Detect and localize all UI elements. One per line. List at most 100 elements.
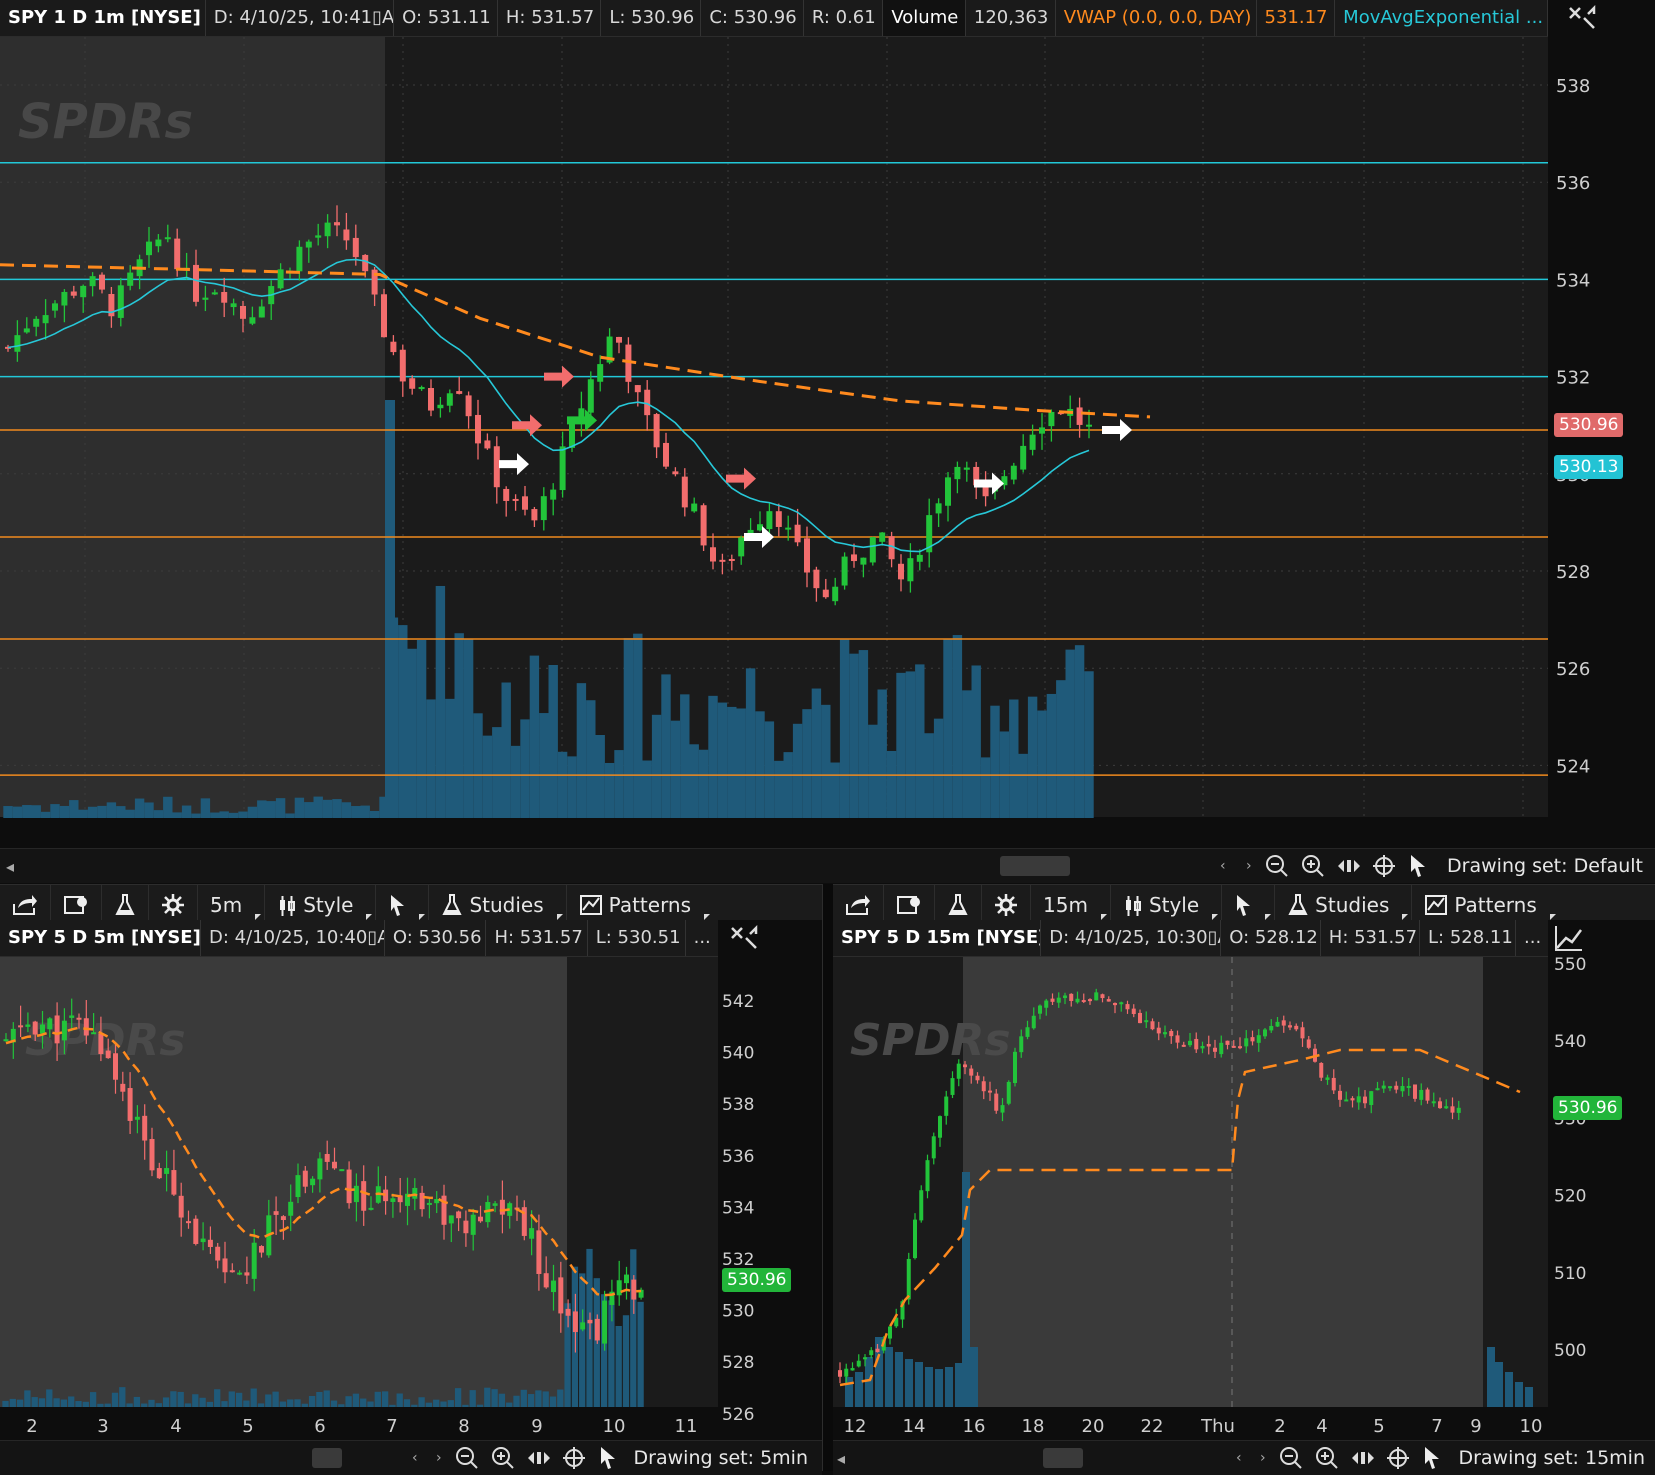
- patterns-dropdown[interactable]: Patterns: [567, 885, 713, 925]
- candle-body: [149, 1138, 155, 1171]
- volume-bar: [783, 752, 793, 818]
- price-tick-label: 526: [722, 1405, 754, 1425]
- expand-icon[interactable]: [1548, 920, 1655, 956]
- candle-body: [174, 238, 181, 270]
- main-scrollbar[interactable]: ◂ ‹ › Drawing set: Default: [0, 848, 1655, 883]
- style-dropdown[interactable]: Style: [1111, 885, 1223, 925]
- scroll-thumb[interactable]: [312, 1448, 342, 1468]
- time-tick-label: 18: [1022, 1416, 1045, 1437]
- volume-bar: [745, 668, 756, 818]
- main-chart-canvas[interactable]: SPDRs 5385365345325305285265249:009:159:…: [0, 37, 1655, 818]
- volume-bar: [1056, 680, 1066, 818]
- gear-icon[interactable]: [982, 885, 1031, 925]
- volume-label[interactable]: Volume: [883, 0, 966, 36]
- volume-bar: [454, 1388, 462, 1407]
- scroll-prev-icon[interactable]: ‹: [412, 1450, 418, 1466]
- timeframe-dropdown[interactable]: 5m: [198, 885, 266, 925]
- zoom-in-icon[interactable]: [1300, 853, 1326, 883]
- candle-body: [127, 272, 134, 286]
- scroll-prev-icon[interactable]: ‹: [1220, 858, 1226, 874]
- candle-body: [324, 222, 331, 237]
- collapse-icon[interactable]: [1548, 0, 1655, 36]
- high-label: H: 531.57: [498, 0, 602, 36]
- collapse-icon[interactable]: [718, 920, 822, 956]
- scroll-thumb[interactable]: [1043, 1448, 1083, 1468]
- candle-body: [844, 1368, 849, 1377]
- more-label[interactable]: ...: [1516, 920, 1548, 956]
- left-scrollbar[interactable]: ‹ › Drawing set: 5min: [0, 1440, 822, 1475]
- drawing-set-label[interactable]: Drawing set: Default: [1447, 855, 1643, 877]
- candle-body: [931, 1136, 936, 1159]
- pan-icon[interactable]: [1350, 1447, 1376, 1473]
- pointer-dropdown[interactable]: [1222, 885, 1276, 925]
- volume-bar: [97, 805, 107, 818]
- crosshair-icon[interactable]: [562, 1446, 586, 1474]
- scroll-thumb[interactable]: [1000, 856, 1070, 876]
- share-icon[interactable]: [833, 885, 884, 925]
- chart-settings-icon[interactable]: [51, 885, 102, 925]
- scroll-prev-icon[interactable]: ‹: [1236, 1450, 1242, 1466]
- scroll-next-icon[interactable]: ›: [1246, 858, 1252, 874]
- ema-label[interactable]: MovAvgExponential ...: [1335, 0, 1548, 36]
- cursor-icon[interactable]: [1408, 853, 1428, 883]
- volume-bar: [322, 799, 333, 818]
- scroll-next-icon[interactable]: ›: [1260, 1450, 1266, 1466]
- flask-icon[interactable]: [935, 885, 982, 925]
- share-icon[interactable]: [0, 885, 51, 925]
- candle-body: [277, 269, 284, 289]
- right-chart-canvas[interactable]: SPDRs 550540530520510500121416182022Thu2…: [833, 957, 1655, 1440]
- volume-bar: [24, 1390, 31, 1407]
- gear-icon[interactable]: [149, 885, 198, 925]
- volume-bar: [895, 1352, 903, 1407]
- symbol-label[interactable]: SPY 1 D 1m [NYSE]: [0, 0, 206, 36]
- price-tick-label: 510: [1554, 1264, 1586, 1284]
- right-scrollbar[interactable]: ◂ ‹ › Drawing set: 15min: [833, 1440, 1655, 1475]
- pan-icon[interactable]: [526, 1447, 552, 1473]
- zoom-out-icon[interactable]: [1264, 853, 1290, 883]
- scroll-left-icon[interactable]: ◂: [6, 857, 14, 876]
- drawing-set-label[interactable]: Drawing set: 5min: [634, 1447, 808, 1469]
- candle-body: [950, 1078, 955, 1095]
- style-label: Style: [1148, 893, 1200, 917]
- crosshair-icon[interactable]: [1386, 1446, 1410, 1474]
- volume-bar: [579, 1273, 586, 1407]
- pan-icon[interactable]: [1336, 855, 1362, 881]
- timeframe-dropdown[interactable]: 15m: [1031, 885, 1111, 925]
- candle-body: [32, 1021, 38, 1035]
- pointer-dropdown[interactable]: [376, 885, 430, 925]
- studies-dropdown[interactable]: Studies: [429, 885, 567, 925]
- volume-bar: [82, 1401, 89, 1407]
- candle-body: [200, 1238, 206, 1243]
- candle-body: [672, 471, 679, 475]
- candle-body: [1431, 1101, 1436, 1104]
- candle-body: [456, 1211, 462, 1219]
- candle-body: [1388, 1086, 1392, 1089]
- candle-body: [229, 1270, 235, 1273]
- vwap-label[interactable]: VWAP (0.0, 0.0, DAY): [1056, 0, 1257, 36]
- chart-settings-icon[interactable]: [884, 885, 935, 925]
- open-label: O: 531.11: [394, 0, 498, 36]
- volume-bar: [418, 1397, 425, 1407]
- candle-body: [1020, 445, 1027, 470]
- volume-bar: [915, 664, 925, 818]
- flask-icon[interactable]: [102, 885, 149, 925]
- candle-body: [558, 1277, 564, 1314]
- patterns-dropdown[interactable]: Patterns: [1412, 885, 1558, 925]
- drawing-set-label[interactable]: Drawing set: 15min: [1458, 1447, 1645, 1469]
- studies-dropdown[interactable]: Studies: [1275, 885, 1413, 925]
- scroll-left-icon[interactable]: ◂: [837, 1449, 845, 1468]
- style-dropdown[interactable]: Style: [265, 885, 377, 925]
- left-chart-canvas[interactable]: SPDRs 5425405385365345325305285262 3 4 5 6 7 8…: [0, 957, 822, 1440]
- ema-price-tag: 530.13: [1554, 455, 1624, 479]
- scroll-next-icon[interactable]: ›: [436, 1450, 442, 1466]
- volume-bar: [520, 719, 530, 818]
- timeframe-label: 15m: [1043, 893, 1088, 917]
- price-tick-label: 534: [1556, 270, 1590, 291]
- volume-bar: [50, 804, 60, 818]
- more-label[interactable]: ...: [686, 920, 718, 956]
- crosshair-icon[interactable]: [1372, 854, 1396, 882]
- symbol-label[interactable]: SPY 5 D 15m [NYSE]: [833, 920, 1042, 956]
- price-tick-label: 528: [722, 1353, 754, 1373]
- candle-body: [925, 1160, 930, 1192]
- symbol-label[interactable]: SPY 5 D 5m [NYSE]: [0, 920, 201, 956]
